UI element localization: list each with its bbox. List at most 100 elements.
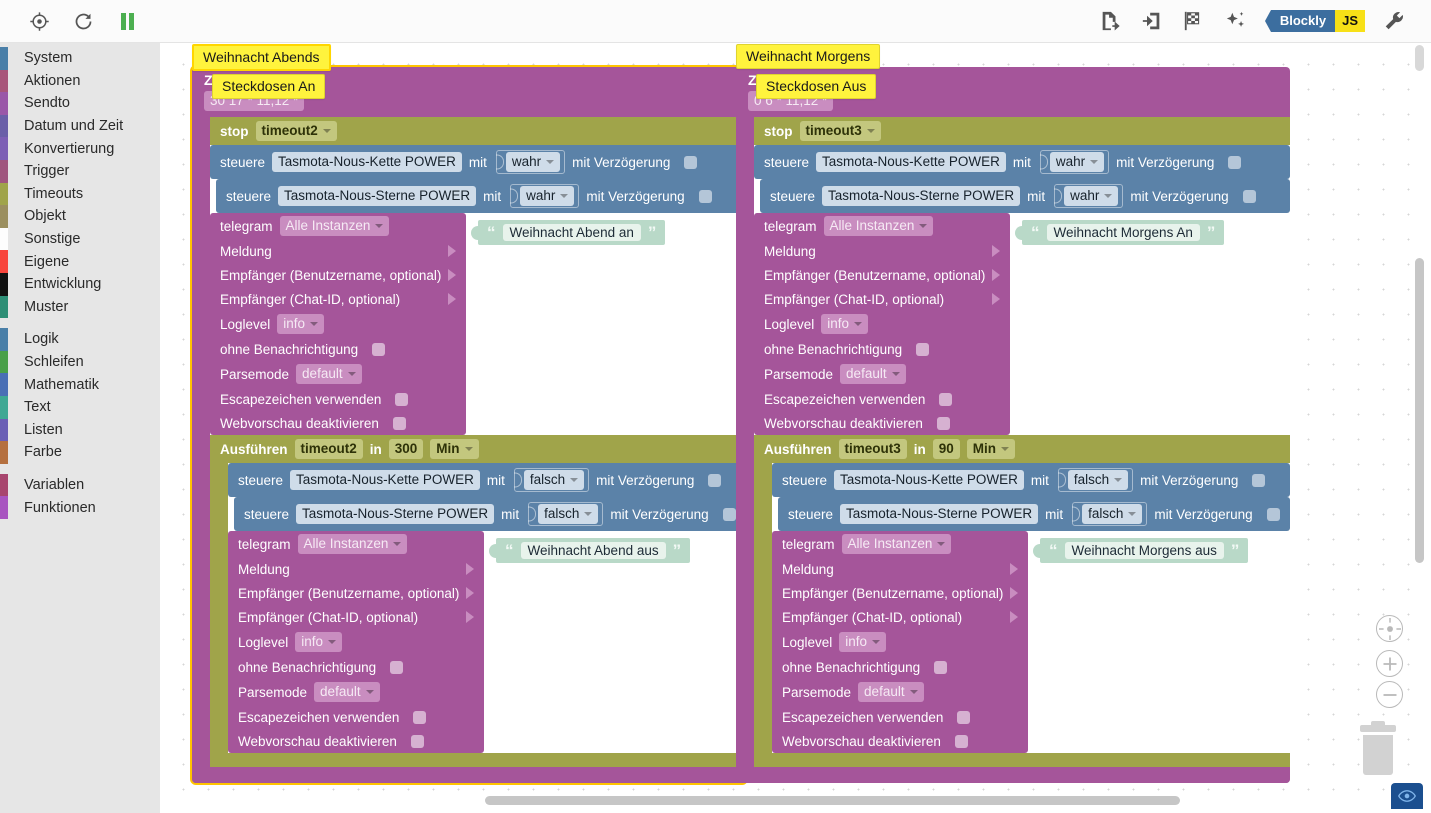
export-blocks-icon[interactable] [1097, 8, 1123, 34]
comment-note[interactable]: Steckdosen Aus [756, 74, 877, 99]
control-block[interactable]: steuere Tasmota-Nous-Sterne POWER mit falsc… [778, 497, 1290, 531]
zoom-in-icon[interactable] [1376, 650, 1403, 677]
control-object-field[interactable]: Tasmota-Nous-Kette POWER [272, 152, 462, 172]
telegram-on-block[interactable]: telegram Alle Instanzen Meldung Empfänger (… [754, 213, 1010, 435]
telegram-off-block[interactable]: telegram Alle Instanzen Meldung Empfänger (… [772, 531, 1028, 753]
delay-amount-field[interactable]: 300 [388, 439, 424, 459]
telegram-instance-field[interactable]: Alle Instanzen [297, 534, 408, 554]
sidebar-item-mathematik[interactable]: Mathematik [0, 373, 160, 396]
zoom-center-button[interactable] [1376, 615, 1403, 642]
locate-target-icon[interactable] [26, 8, 52, 34]
sidebar-item-logik[interactable]: Logik [0, 328, 160, 351]
silent-checkbox[interactable] [372, 342, 386, 356]
sidebar-item-muster[interactable]: Muster [0, 295, 160, 319]
control-block[interactable]: steuere Tasmota-Nous-Kette POWER mit falsch… [228, 463, 746, 497]
sidebar-item-sonstige[interactable]: Sonstige [0, 227, 160, 251]
sidebar-item-timeouts[interactable]: Timeouts [0, 182, 160, 206]
message-text-block[interactable]: “ Weihnacht Abend aus ” [489, 538, 691, 563]
sidebar-item-farbe[interactable]: Farbe [0, 441, 160, 464]
loglevel-field[interactable]: info [839, 632, 887, 652]
delay-checkbox[interactable] [684, 155, 698, 169]
delayed-execute-block[interactable]: Ausführen timeout2 in 300 Min steuere Tasmota-… [210, 435, 746, 767]
comment-note[interactable]: Weihnacht Abends [192, 44, 331, 71]
escape-checkbox[interactable] [939, 392, 953, 406]
refresh-icon[interactable] [70, 8, 96, 34]
delay-checkbox[interactable] [1266, 507, 1280, 521]
boolean-value-field[interactable]: falsch [538, 504, 599, 524]
control-object-field[interactable]: Tasmota-Nous-Sterne POWER [278, 186, 477, 206]
delay-checkbox[interactable] [1252, 473, 1266, 487]
timeout-name-field[interactable]: timeout3 [799, 121, 881, 141]
delay-checkbox[interactable] [722, 507, 736, 521]
magic-sparkle-icon[interactable] [1223, 8, 1249, 34]
sidebar-item-entwicklung[interactable]: Entwicklung [0, 272, 160, 296]
zoom-center-icon[interactable] [1376, 615, 1403, 642]
sidebar-item-schleifen[interactable]: Schleifen [0, 350, 160, 374]
js-mode-label[interactable]: JS [1335, 10, 1365, 32]
sidebar-item-listen[interactable]: Listen [0, 418, 160, 442]
timeout-name-field[interactable]: timeout2 [255, 121, 337, 141]
delay-unit-field[interactable]: Min [966, 439, 1016, 459]
control-object-field[interactable]: Tasmota-Nous-Sterne POWER [296, 504, 495, 524]
comment-note[interactable]: Weihnacht Morgens [736, 44, 881, 69]
message-text-block[interactable]: “ Weihnacht Morgens An ” [1015, 220, 1225, 245]
silent-checkbox[interactable] [934, 660, 948, 674]
delay-unit-field[interactable]: Min [430, 439, 479, 459]
boolean-value-field[interactable]: wahr [1049, 152, 1105, 172]
delay-checkbox[interactable] [708, 473, 722, 487]
script-root-block[interactable]: Zeitplan0 6 * 11,12 *stoptimeout3steuere… [736, 67, 1290, 783]
parsemode-field[interactable]: default [858, 682, 924, 702]
escape-checkbox[interactable] [413, 710, 427, 724]
telegram-on-block[interactable]: telegram Alle Instanzen Meldung Empfänger (… [210, 213, 466, 435]
telegram-instance-field[interactable]: Alle Instanzen [279, 216, 390, 236]
boolean-value-field[interactable]: wahr [1064, 186, 1119, 206]
telegram-off-block[interactable]: telegram Alle Instanzen Meldung Empfänger (… [228, 531, 484, 753]
trash-can-icon[interactable] [1357, 721, 1399, 775]
sidebar-item-funktionen[interactable]: Funktionen [0, 496, 160, 519]
escape-checkbox[interactable] [395, 392, 409, 406]
control-object-field[interactable]: Tasmota-Nous-Kette POWER [834, 470, 1024, 490]
stop-timeout-block[interactable]: stop timeout3 [754, 117, 1290, 145]
delay-checkbox[interactable] [1228, 155, 1242, 169]
silent-checkbox[interactable] [916, 342, 930, 356]
zoom-out-button[interactable] [1376, 681, 1403, 708]
zoom-in-button[interactable] [1376, 650, 1403, 677]
nopreview-checkbox[interactable] [936, 416, 950, 430]
parsemode-field[interactable]: default [840, 364, 906, 384]
loglevel-field[interactable]: info [277, 314, 325, 334]
script-root-block[interactable]: Zeitplan30 17 * 11,12 *stoptimeout2steue… [192, 67, 746, 783]
control-block[interactable]: steuere Tasmota-Nous-Sterne POWER mit wahr m… [760, 179, 1290, 213]
loglevel-field[interactable]: info [821, 314, 869, 334]
delay-timer-field[interactable]: timeout3 [838, 439, 907, 459]
sidebar-item-aktionen[interactable]: Aktionen [0, 69, 160, 93]
zoom-out-icon[interactable] [1376, 681, 1403, 708]
delay-checkbox[interactable] [1242, 189, 1256, 203]
sidebar-item-konvertierung[interactable]: Konvertierung [0, 137, 160, 160]
loglevel-field[interactable]: info [295, 632, 343, 652]
sidebar-item-variablen[interactable]: Variablen [0, 473, 160, 497]
control-block[interactable]: steuere Tasmota-Nous-Sterne POWER mit falsc… [234, 497, 746, 531]
pause-icon[interactable] [114, 8, 140, 34]
stop-timeout-block[interactable]: stop timeout2 [210, 117, 746, 145]
sidebar-item-trigger[interactable]: Trigger [0, 159, 160, 183]
control-object-field[interactable]: Tasmota-Nous-Kette POWER [290, 470, 480, 490]
scrollbar-vertical-thumb[interactable] [1415, 258, 1424, 563]
delay-timer-field[interactable]: timeout2 [294, 439, 363, 459]
nopreview-checkbox[interactable] [410, 734, 424, 748]
sidebar-item-text[interactable]: Text [0, 395, 160, 419]
scrollbar-horizontal-thumb[interactable] [485, 796, 1180, 805]
sidebar-item-datum-und-zeit[interactable]: Datum und Zeit [0, 114, 160, 138]
blockly-workspace[interactable]: Zeitplan30 17 * 11,12 *stoptimeout2steue… [160, 43, 1431, 813]
boolean-value-field[interactable]: wahr [505, 152, 561, 172]
escape-checkbox[interactable] [957, 710, 971, 724]
control-block[interactable]: steuere Tasmota-Nous-Kette POWER mit wahr mi… [754, 145, 1290, 179]
sidebar-item-objekt[interactable]: Objekt [0, 205, 160, 228]
telegram-instance-field[interactable]: Alle Instanzen [841, 534, 952, 554]
boolean-value-field[interactable]: falsch [523, 470, 585, 490]
silent-checkbox[interactable] [390, 660, 404, 674]
import-blocks-icon[interactable] [1139, 8, 1165, 34]
sidebar-item-sendto[interactable]: Sendto [0, 92, 160, 115]
sidebar-item-system[interactable]: System [0, 47, 160, 70]
delay-checkbox[interactable] [698, 189, 712, 203]
sidebar-item-eigene[interactable]: Eigene [0, 250, 160, 273]
